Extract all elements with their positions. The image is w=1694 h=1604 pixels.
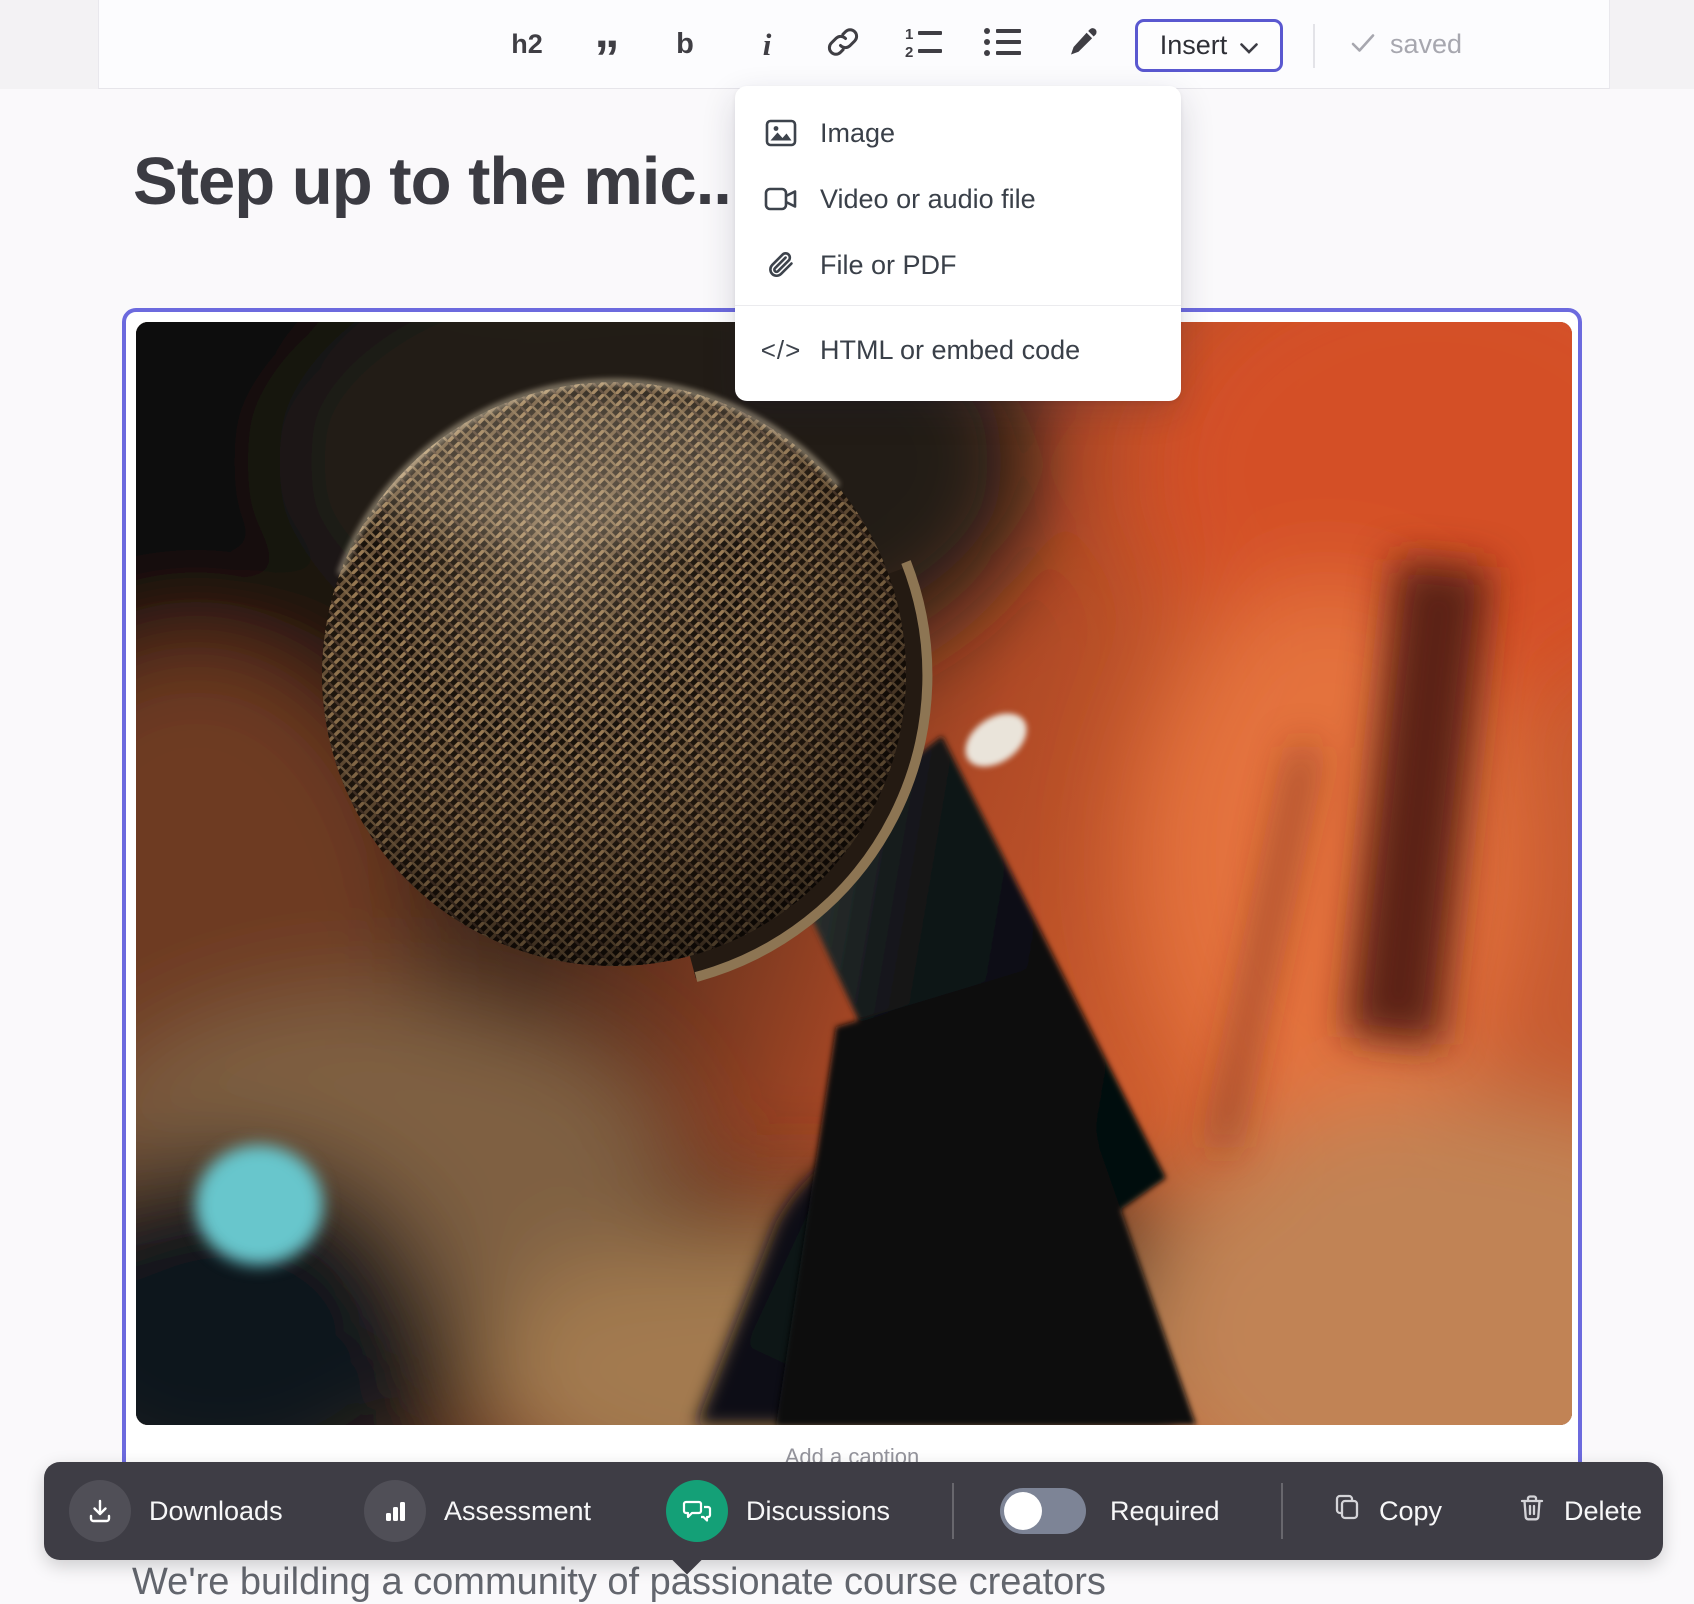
bar-chart-icon (364, 1480, 426, 1542)
video-icon (761, 186, 801, 212)
required-label: Required (1110, 1496, 1220, 1527)
blockquote-button[interactable]: ” (579, 0, 635, 89)
copy-icon (1333, 1493, 1361, 1530)
menu-item-video-audio[interactable]: Video or audio file (735, 166, 1181, 232)
highlight-button[interactable] (1055, 0, 1111, 89)
block-toolbar: Downloads Assessment Discussions (44, 1462, 1663, 1560)
lesson-body-text[interactable]: We're building a community of passionate… (132, 1561, 1632, 1604)
menu-item-label: Image (820, 118, 895, 149)
toggle-knob (1004, 1492, 1042, 1530)
delete-label: Delete (1564, 1496, 1642, 1527)
copy-button[interactable]: Copy (1333, 1462, 1442, 1560)
trash-icon (1518, 1493, 1546, 1530)
check-icon (1351, 29, 1375, 60)
discussions-label: Discussions (746, 1496, 890, 1527)
downloads-button[interactable]: Downloads (69, 1462, 283, 1560)
top-strip: h2 ” b i 1 2 (0, 0, 1694, 89)
copy-label: Copy (1379, 1496, 1442, 1527)
downloads-label: Downloads (149, 1496, 283, 1527)
link-icon (826, 25, 860, 64)
download-icon (69, 1480, 131, 1542)
insert-dropdown-menu: Image Video or audio file File or PDF </… (735, 86, 1181, 401)
svg-text:2: 2 (905, 44, 913, 60)
bullet-list-icon (983, 25, 1023, 64)
selected-image-block[interactable] (122, 308, 1582, 1482)
toolbar-divider (1313, 24, 1315, 68)
save-status-label: saved (1390, 29, 1462, 60)
discussions-button[interactable]: Discussions (666, 1462, 890, 1560)
insert-button-label: Insert (1160, 30, 1228, 61)
svg-text:1: 1 (905, 26, 913, 43)
formatting-toolbar: h2 ” b i 1 2 (98, 0, 1610, 89)
menu-item-label: Video or audio file (820, 184, 1036, 215)
link-button[interactable] (815, 0, 871, 89)
menu-divider (735, 305, 1181, 306)
menu-item-html-embed[interactable]: </> HTML or embed code (735, 313, 1181, 387)
ordered-list-button[interactable]: 1 2 (896, 0, 952, 89)
menu-item-file-pdf[interactable]: File or PDF (735, 232, 1181, 298)
menu-item-label: File or PDF (820, 250, 957, 281)
toolbar-divider (1281, 1483, 1283, 1539)
bullet-list-button[interactable] (975, 0, 1031, 89)
delete-button[interactable]: Delete (1518, 1462, 1642, 1560)
discussions-chat-icon (666, 1480, 728, 1542)
assessment-button[interactable]: Assessment (364, 1462, 591, 1560)
menu-item-image[interactable]: Image (735, 100, 1181, 166)
insert-button[interactable]: Insert (1135, 19, 1283, 72)
code-icon: </> (761, 335, 801, 366)
required-toggle[interactable] (1000, 1488, 1086, 1534)
microphone-photo (136, 322, 1572, 1425)
paperclip-icon (761, 249, 801, 281)
pencil-icon (1066, 25, 1100, 64)
italic-button[interactable]: i (741, 0, 793, 89)
heading2-button[interactable]: h2 (497, 0, 557, 89)
chevron-down-icon (1240, 30, 1258, 61)
ordered-list-icon: 1 2 (904, 24, 944, 65)
required-label-wrap: Required (1110, 1462, 1220, 1560)
toolbar-divider (952, 1483, 954, 1539)
save-status: saved (1351, 0, 1462, 89)
course-editor-page: h2 ” b i 1 2 (0, 0, 1694, 1584)
menu-item-label: HTML or embed code (820, 335, 1080, 366)
assessment-label: Assessment (444, 1496, 591, 1527)
bold-button[interactable]: b (659, 0, 711, 89)
image-icon (761, 119, 801, 147)
